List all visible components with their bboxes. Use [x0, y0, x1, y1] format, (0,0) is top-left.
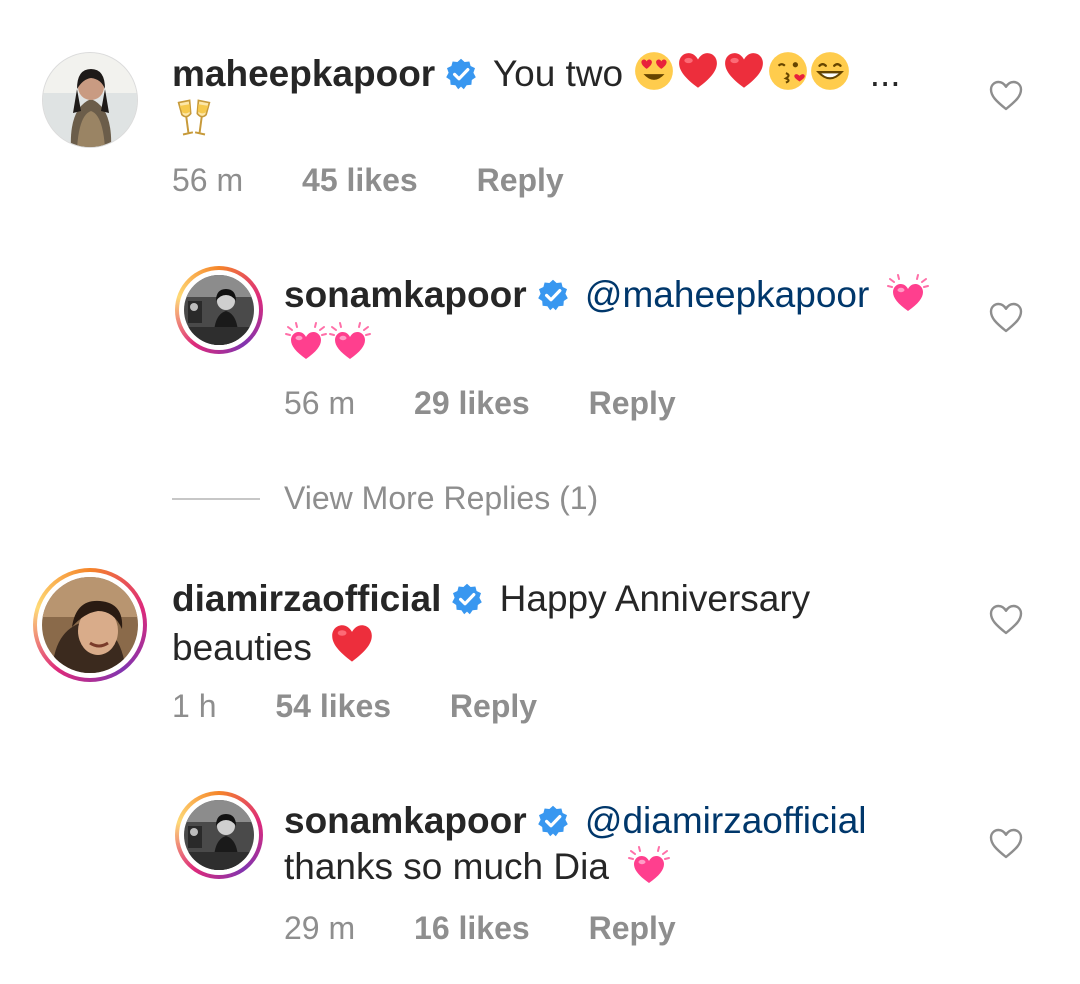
likes-count[interactable]: 54 likes [275, 686, 391, 726]
heart-eyes-emoji [633, 50, 675, 92]
growing-heart-emoji [627, 845, 671, 885]
comment-text: You two [492, 53, 624, 94]
comment-text: Happy Anniversary [499, 578, 811, 619]
reply-sonamkapoor-1: sonamkapoor @maheepkapoor 56 m 29 likes … [0, 220, 1080, 450]
growing-heart-emoji [886, 273, 930, 313]
view-more-replies-label[interactable]: View More Replies (1) [284, 478, 598, 518]
comment-meta: 1 h 54 likes Reply [172, 686, 537, 726]
red-heart-emoji [675, 50, 721, 92]
growing-heart-emoji [284, 321, 328, 361]
kiss-emoji [767, 50, 809, 92]
timestamp: 29 m [284, 910, 356, 946]
username[interactable]: diamirzaofficial [172, 578, 441, 619]
username[interactable]: sonamkapoor [284, 800, 527, 841]
avatar-photo [43, 53, 137, 147]
verified-badge-icon [537, 279, 569, 311]
comment-text-line-2: thanks so much Dia [284, 844, 671, 890]
verified-badge-icon [451, 583, 483, 615]
comment-text-line-2 [172, 96, 216, 145]
comment-meta: 29 m 16 likes Reply [284, 908, 676, 948]
comment-meta: 56 m 45 likes Reply [172, 160, 564, 200]
red-heart-emoji [328, 622, 376, 666]
likes-count[interactable]: 45 likes [302, 160, 418, 200]
comment-text-line-2 [284, 320, 372, 366]
verified-badge-icon [445, 58, 477, 90]
likes-count[interactable]: 16 likes [414, 908, 530, 948]
comment-text-line: diamirzaofficial Happy Anniversary [172, 576, 810, 622]
reply-button[interactable]: Reply [477, 160, 564, 200]
mention-link[interactable]: @maheepkapoor [585, 274, 869, 315]
avatar[interactable] [42, 52, 138, 148]
reply-button[interactable]: Reply [450, 686, 537, 726]
comment-maheepkapoor: maheepkapoor You two ... 56 m 45 likes R… [0, 0, 1080, 220]
timestamp: 56 m [172, 162, 244, 198]
like-heart-icon[interactable] [988, 78, 1024, 114]
comment-text-line: sonamkapoor @diamirzaofficial [284, 798, 867, 844]
avatar-photo [42, 577, 138, 673]
like-heart-icon[interactable] [988, 826, 1024, 862]
clinking-glasses-emoji [172, 96, 216, 140]
avatar[interactable] [175, 791, 263, 879]
comment-text: thanks so much Dia [284, 846, 609, 887]
ellipsis[interactable]: ... [870, 53, 901, 94]
username[interactable]: sonamkapoor [284, 274, 527, 315]
timestamp: 1 h [172, 688, 217, 724]
reply-sonamkapoor-2: sonamkapoor @diamirzaofficial thanks so … [0, 760, 1080, 984]
growing-heart-emoji [328, 321, 372, 361]
reply-button[interactable]: Reply [589, 908, 676, 948]
comment-meta: 56 m 29 likes Reply [284, 383, 676, 423]
username[interactable]: maheepkapoor [172, 53, 435, 94]
avatar[interactable] [175, 266, 263, 354]
avatar[interactable] [33, 568, 147, 682]
avatar-photo [184, 275, 254, 345]
verified-badge-icon [537, 805, 569, 837]
red-heart-emoji [721, 50, 767, 92]
comment-text-line-2: beauties [172, 622, 376, 671]
like-heart-icon[interactable] [988, 602, 1024, 638]
avatar-photo [184, 800, 254, 870]
grin-emoji [809, 50, 851, 92]
timestamp: 56 m [284, 385, 356, 421]
comment-text-line: maheepkapoor You two ... [172, 50, 901, 97]
reply-button[interactable]: Reply [589, 383, 676, 423]
comment-diamirzaofficial: diamirzaofficial Happy Anniversary beaut… [0, 560, 1080, 760]
mention-link[interactable]: @diamirzaofficial [585, 800, 867, 841]
comment-text: beauties [172, 627, 312, 668]
divider [172, 498, 260, 500]
likes-count[interactable]: 29 likes [414, 383, 530, 423]
comment-text-line: sonamkapoor @maheepkapoor [284, 272, 930, 318]
like-heart-icon[interactable] [988, 300, 1024, 336]
